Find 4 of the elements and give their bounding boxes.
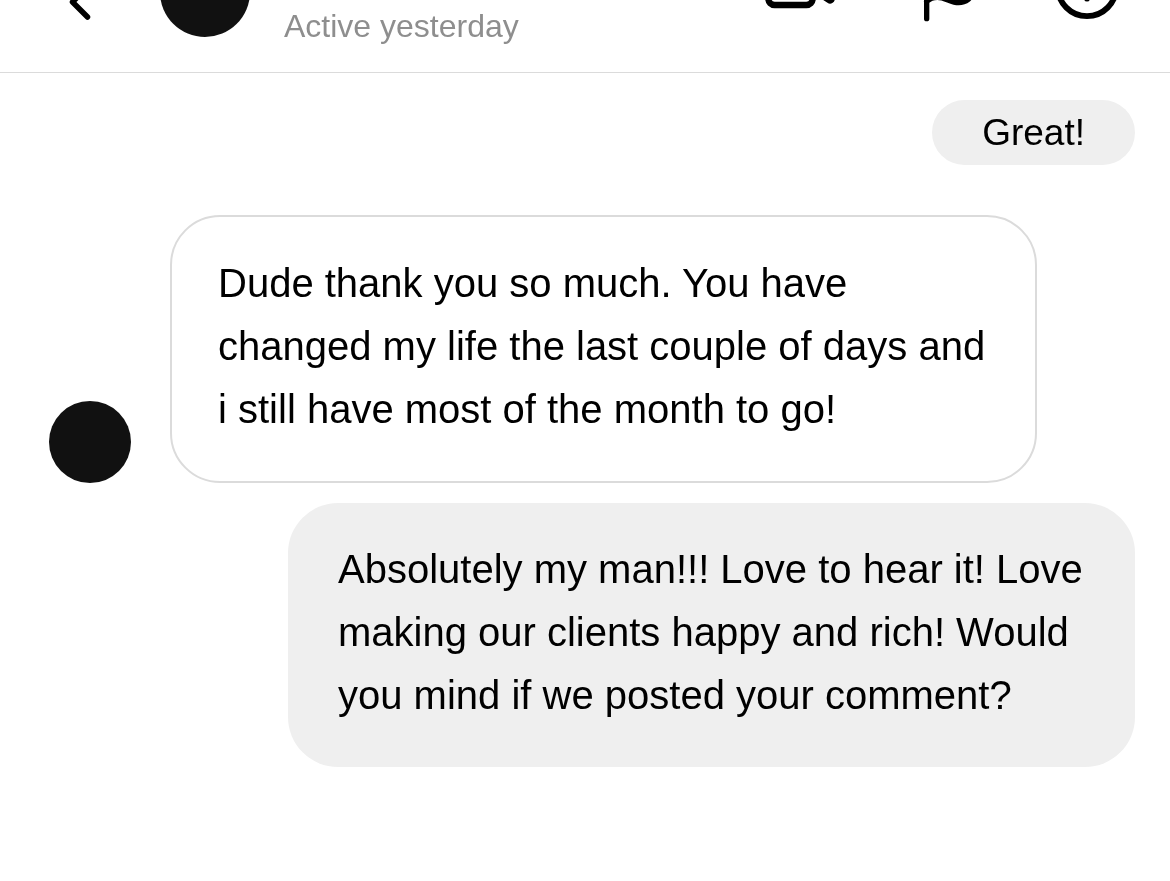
active-status: Active yesterday	[284, 7, 519, 46]
received-message-bubble: Dude thank you so much. You have changed my life the last couple of days and i still have most of the month to go!	[170, 215, 1037, 483]
sent-message-bubble: Absolutely my man!!! Love to hear it! Love making our clients happy and rich! Would you mind if we posted your comment?	[288, 503, 1135, 767]
sent-message-bubble: Great!	[932, 100, 1135, 165]
